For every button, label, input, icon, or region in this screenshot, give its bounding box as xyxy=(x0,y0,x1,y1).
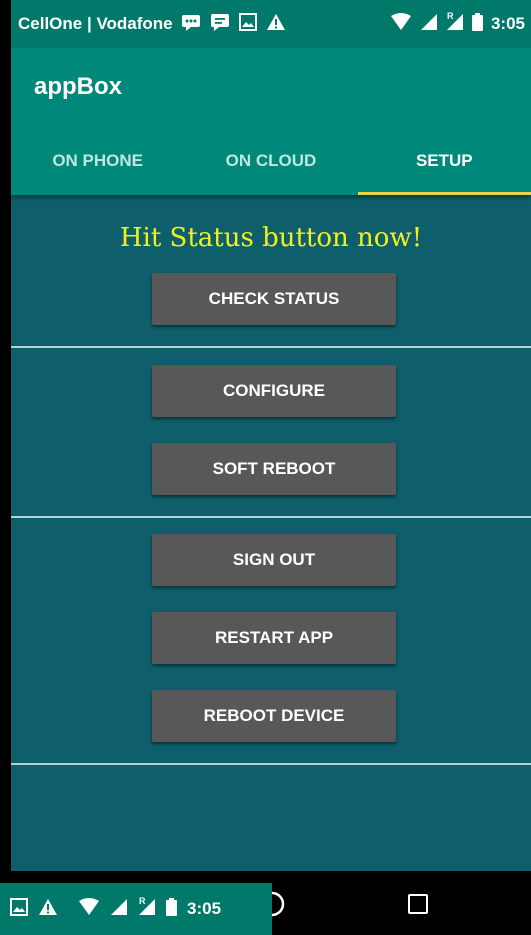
home-icon[interactable] xyxy=(271,889,286,924)
roaming-mark: R xyxy=(139,895,146,906)
app-bar: appBox xyxy=(11,48,531,126)
tab-label: SETUP xyxy=(415,150,473,170)
message-icon xyxy=(181,13,201,36)
recent-apps-icon[interactable] xyxy=(408,894,428,914)
setup-panel: Hit Status button now! CHECK STATUS CONF… xyxy=(11,195,531,871)
system-icons: R 3:05 xyxy=(390,10,525,36)
roaming-signal-icon: R xyxy=(138,895,156,921)
check-status-button[interactable]: CHECK STATUS xyxy=(152,273,396,325)
roaming-signal-icon: R xyxy=(446,10,464,36)
app-title: appBox xyxy=(34,73,123,100)
image-icon xyxy=(10,897,28,921)
divider xyxy=(11,346,531,348)
restart-app-button[interactable]: RESTART APP xyxy=(152,612,396,664)
signal-icon xyxy=(110,898,128,921)
status-time: 3:05 xyxy=(187,899,222,918)
wifi-icon xyxy=(78,897,100,921)
warning-icon xyxy=(38,898,58,921)
chat-icon xyxy=(210,13,230,36)
signal-icon xyxy=(420,13,438,36)
divider xyxy=(11,516,531,518)
reboot-device-button[interactable]: REBOOT DEVICE xyxy=(152,690,396,742)
tab-label: ON PHONE xyxy=(52,150,143,170)
sign-out-button[interactable]: SIGN OUT xyxy=(152,534,396,586)
divider xyxy=(11,763,531,765)
wifi-icon xyxy=(390,12,412,36)
configure-button[interactable]: CONFIGURE xyxy=(152,365,396,417)
status-time: 3:05 xyxy=(490,14,525,33)
notification-icons xyxy=(181,12,390,36)
tab-on-cloud[interactable]: ON CLOUD xyxy=(184,126,357,195)
soft-reboot-button[interactable]: SOFT REBOOT xyxy=(152,443,396,495)
status-bar: CellOne | Vodafone R 3:05 xyxy=(11,0,531,48)
tab-on-phone[interactable]: ON PHONE xyxy=(11,126,184,195)
image-icon xyxy=(238,12,257,36)
overlay-status-strip: R 3:05 xyxy=(0,883,272,935)
tab-label: ON CLOUD xyxy=(225,150,317,170)
status-hint-headline: Hit Status button now! xyxy=(119,223,423,253)
tab-setup[interactable]: SETUP xyxy=(357,126,531,195)
battery-icon xyxy=(471,12,483,36)
roaming-mark: R xyxy=(446,10,454,21)
tab-bar: ON PHONE ON CLOUD SETUP xyxy=(11,126,531,195)
carrier-label: CellOne | Vodafone xyxy=(18,14,173,33)
warning-icon xyxy=(266,13,286,36)
battery-icon xyxy=(166,897,177,921)
